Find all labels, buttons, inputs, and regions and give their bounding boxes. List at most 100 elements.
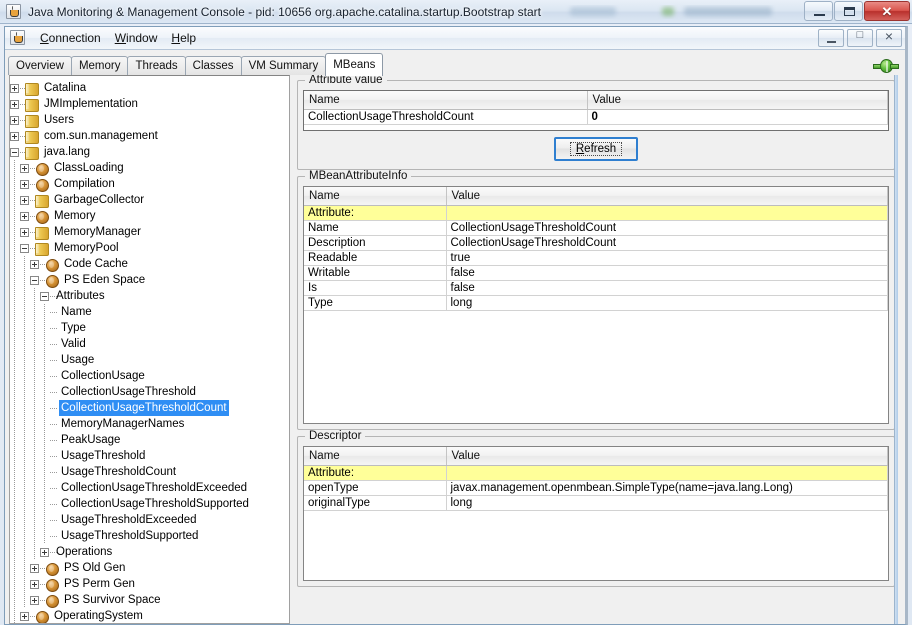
expand-icon[interactable] bbox=[10, 131, 19, 141]
tree-node[interactable]: com.sun.management bbox=[10, 128, 289, 144]
tab-classes[interactable]: Classes bbox=[184, 56, 242, 75]
expand-icon[interactable] bbox=[10, 115, 19, 125]
tree-node[interactable]: Operations bbox=[10, 544, 289, 560]
menu-connection[interactable]: Connection bbox=[33, 29, 108, 47]
expand-icon[interactable] bbox=[10, 99, 19, 109]
tree-indent-guide bbox=[40, 416, 50, 432]
tree-node[interactable]: UsageThreshold bbox=[10, 448, 289, 464]
table-row[interactable]: openType javax.management.openmbean.Simpl… bbox=[304, 480, 888, 496]
tree-node[interactable]: MemoryManager bbox=[10, 224, 289, 240]
expand-icon[interactable] bbox=[30, 259, 39, 269]
collapse-icon[interactable] bbox=[30, 275, 39, 285]
tree-node[interactable]: Type bbox=[10, 320, 289, 336]
table-row[interactable]: Type long bbox=[304, 295, 888, 311]
tree-node[interactable]: CollectionUsageThresholdCount bbox=[10, 400, 289, 416]
tree-node[interactable]: PS Survivor Space bbox=[10, 592, 289, 608]
mbean-attribute-info-table-wrap[interactable]: Name Value Attribute: Name CollectionUsage… bbox=[303, 186, 889, 424]
tree-node[interactable]: java.lang bbox=[10, 144, 289, 160]
tree-node[interactable]: OperatingSystem bbox=[10, 608, 289, 623]
tree-node[interactable]: MemoryPool bbox=[10, 240, 289, 256]
tree-node[interactable]: Memory bbox=[10, 208, 289, 224]
attribute-value-table-wrap[interactable]: Name Value CollectionUsageThresholdCount… bbox=[303, 90, 889, 131]
tree-node[interactable]: Valid bbox=[10, 336, 289, 352]
table-section-row[interactable]: Attribute: bbox=[304, 205, 888, 221]
table-row[interactable]: Writable false bbox=[304, 265, 888, 281]
tree-node[interactable]: UsageThresholdSupported bbox=[10, 528, 289, 544]
menu-window[interactable]: Window bbox=[108, 29, 165, 47]
column-header-name[interactable]: Name bbox=[304, 447, 447, 466]
tree-node[interactable]: PeakUsage bbox=[10, 432, 289, 448]
tree-node[interactable]: CollectionUsageThreshold bbox=[10, 384, 289, 400]
tree-node[interactable]: ClassLoading bbox=[10, 160, 289, 176]
expand-icon[interactable] bbox=[10, 83, 19, 93]
tree-node[interactable]: Attributes bbox=[10, 288, 289, 304]
column-header-value[interactable]: Value bbox=[446, 187, 888, 206]
internal-close-button[interactable] bbox=[876, 28, 902, 47]
column-header-value[interactable]: Value bbox=[587, 91, 888, 110]
tree-node-label: JMImplementation bbox=[44, 98, 138, 110]
tree-node[interactable]: PS Old Gen bbox=[10, 560, 289, 576]
table-row[interactable]: Is false bbox=[304, 280, 888, 296]
expand-icon[interactable] bbox=[40, 547, 49, 557]
tree-connector bbox=[50, 544, 58, 560]
tab-threads[interactable]: Threads bbox=[127, 56, 186, 75]
descriptor-table-wrap[interactable]: Name Value Attribute: openType javax.manag… bbox=[303, 446, 889, 581]
tree-node[interactable]: CollectionUsageThresholdSupported bbox=[10, 496, 289, 512]
collapse-icon[interactable] bbox=[40, 291, 49, 301]
expand-icon[interactable] bbox=[30, 595, 39, 605]
tree-node[interactable]: GarbageCollector bbox=[10, 192, 289, 208]
row-value-cell: javax.management.openmbean.SimpleType(na… bbox=[446, 480, 888, 496]
expand-icon[interactable] bbox=[30, 563, 39, 573]
tree-node[interactable]: CollectionUsageThresholdExceeded bbox=[10, 480, 289, 496]
expand-icon[interactable] bbox=[20, 163, 29, 173]
tree-indent-guide bbox=[10, 528, 20, 544]
internal-restore-button[interactable] bbox=[847, 29, 873, 47]
maximize-button[interactable] bbox=[834, 1, 863, 21]
internal-minimize-button[interactable] bbox=[818, 29, 844, 47]
tree-node[interactable]: Code Cache bbox=[10, 256, 289, 272]
tree-node[interactable]: PS Eden Space bbox=[10, 272, 289, 288]
tree-node[interactable]: Catalina bbox=[10, 80, 289, 96]
table-section-row[interactable]: Attribute: bbox=[304, 465, 888, 481]
tree-node[interactable]: Compilation bbox=[10, 176, 289, 192]
column-header-value[interactable]: Value bbox=[446, 447, 888, 466]
tab-vm-summary[interactable]: VM Summary bbox=[240, 56, 327, 75]
table-row[interactable]: Description CollectionUsageThresholdCount bbox=[304, 235, 888, 251]
column-header-name[interactable]: Name bbox=[304, 187, 447, 206]
tree-node[interactable]: UsageThresholdExceeded bbox=[10, 512, 289, 528]
table-row[interactable]: CollectionUsageThresholdCount 0 bbox=[304, 109, 888, 125]
split-divider[interactable] bbox=[290, 75, 297, 624]
attribute-value-cell[interactable]: 0 bbox=[587, 109, 888, 125]
close-button[interactable]: ✕ bbox=[864, 1, 910, 21]
tree-connector bbox=[30, 208, 38, 224]
mbean-tree-panel[interactable]: Catalina JMImplementation Users com.sun.man… bbox=[9, 75, 290, 624]
tree-node[interactable]: CollectionUsage bbox=[10, 368, 289, 384]
refresh-button[interactable]: Refresh bbox=[553, 137, 639, 161]
collapse-icon[interactable] bbox=[10, 147, 19, 157]
column-header-name[interactable]: Name bbox=[304, 91, 588, 110]
expand-icon[interactable] bbox=[20, 227, 29, 237]
menu-help[interactable]: Help bbox=[164, 29, 203, 47]
expand-icon[interactable] bbox=[20, 611, 29, 621]
table-row[interactable]: Readable true bbox=[304, 250, 888, 266]
tree-node[interactable]: Users bbox=[10, 112, 289, 128]
expand-icon[interactable] bbox=[20, 211, 29, 221]
tab-memory[interactable]: Memory bbox=[70, 56, 129, 75]
tree-node[interactable]: Name bbox=[10, 304, 289, 320]
table-row[interactable]: originalType long bbox=[304, 495, 888, 511]
tree-node[interactable]: JMImplementation bbox=[10, 96, 289, 112]
expand-icon[interactable] bbox=[30, 579, 39, 589]
expand-icon[interactable] bbox=[20, 195, 29, 205]
minimize-button[interactable] bbox=[804, 1, 833, 21]
tree-node[interactable]: UsageThresholdCount bbox=[10, 464, 289, 480]
tree-node[interactable]: MemoryManagerNames bbox=[10, 416, 289, 432]
vertical-scrollbar[interactable] bbox=[894, 75, 898, 624]
table-row[interactable]: Name CollectionUsageThresholdCount bbox=[304, 220, 888, 236]
internal-frame-controls bbox=[818, 28, 902, 47]
collapse-icon[interactable] bbox=[20, 243, 29, 253]
tree-node[interactable]: Usage bbox=[10, 352, 289, 368]
tree-node[interactable]: PS Perm Gen bbox=[10, 576, 289, 592]
expand-icon[interactable] bbox=[20, 179, 29, 189]
tab-overview[interactable]: Overview bbox=[8, 56, 72, 75]
tab-mbeans[interactable]: MBeans bbox=[325, 53, 384, 76]
